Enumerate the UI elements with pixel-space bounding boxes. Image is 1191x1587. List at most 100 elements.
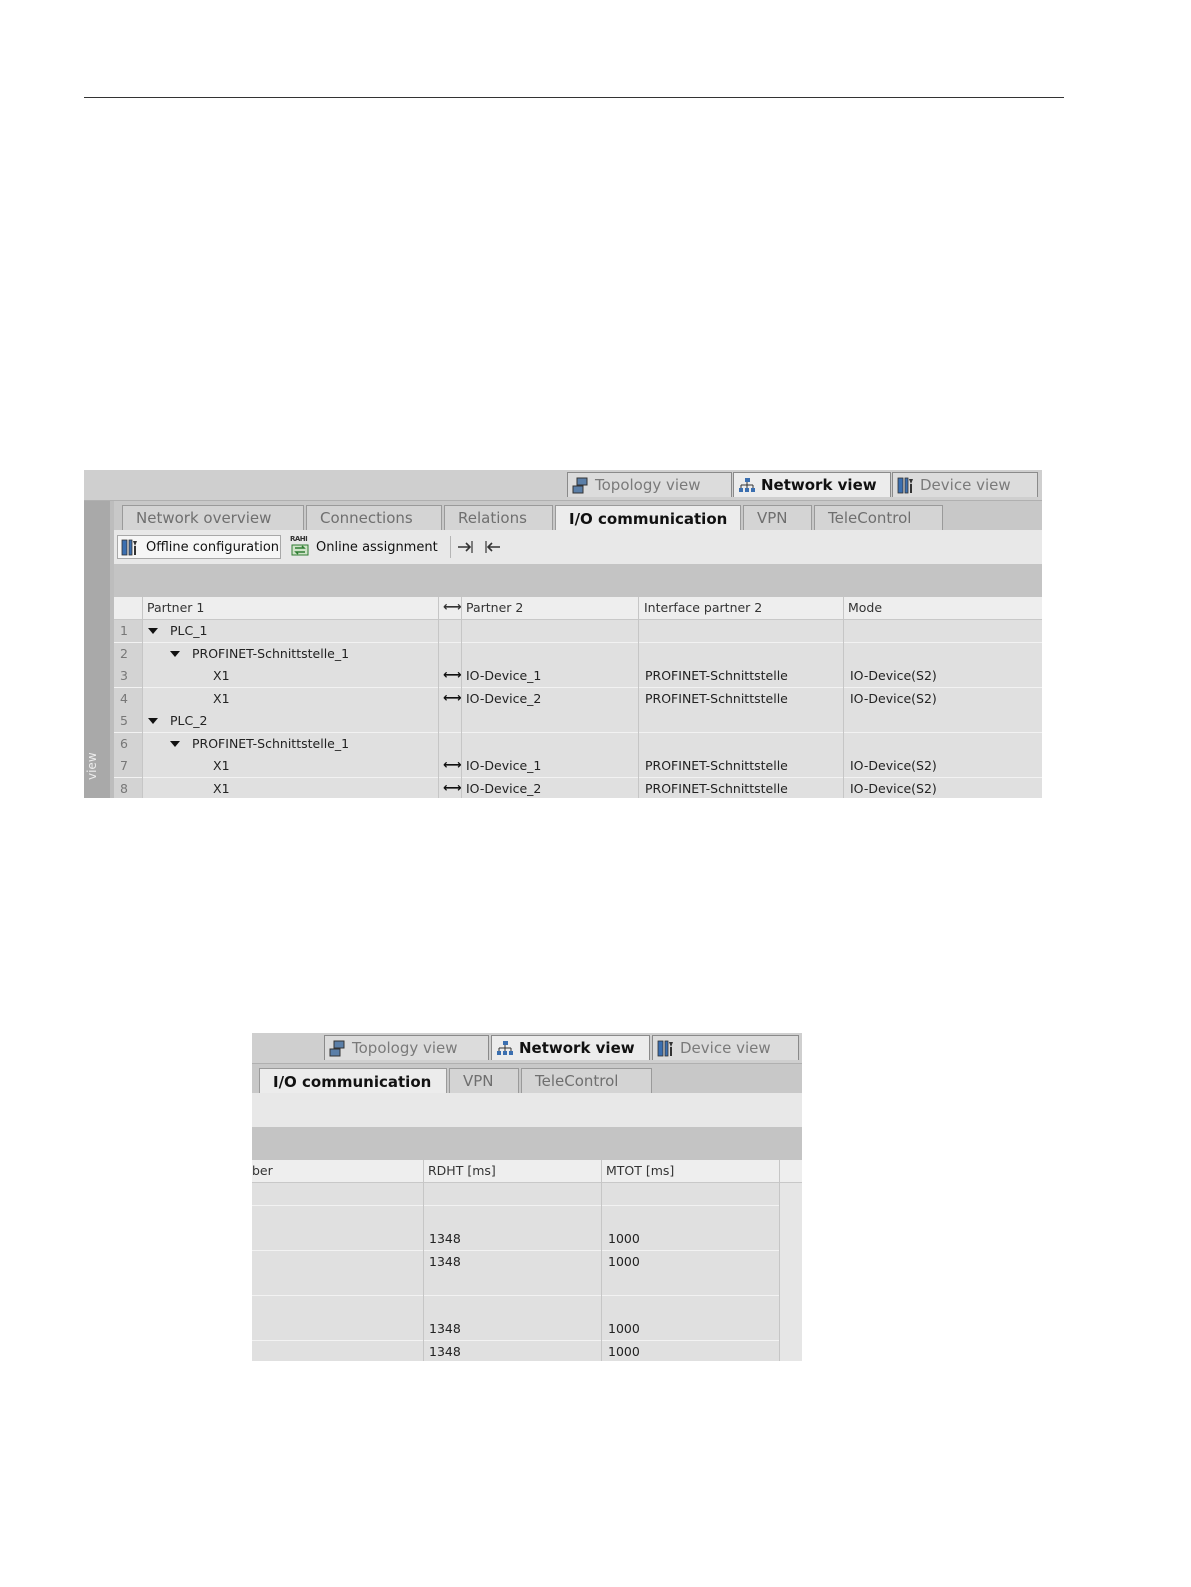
- io-communication-panel-1: Topology view Network view Device view v: [84, 470, 1042, 798]
- table-header: Partner 1 ⟷ Partner 2 Interface partner …: [114, 597, 1042, 620]
- table-row[interactable]: 1 PLC_1: [114, 620, 1042, 643]
- col-partner-1[interactable]: Partner 1: [147, 597, 204, 619]
- network-view-label-2: Network view: [519, 1039, 635, 1057]
- topology-view-tab-2[interactable]: Topology view: [324, 1035, 489, 1060]
- col-rdht[interactable]: RDHT [ms]: [428, 1160, 496, 1182]
- expand-triangle-icon[interactable]: [170, 650, 180, 657]
- editor-tab-bar: Network overview Connections Relations I…: [114, 501, 1042, 531]
- mtot-cell: 1000: [608, 1253, 640, 1269]
- rdht-cell: 1348: [429, 1231, 461, 1246]
- mode-cell: IO-Device(S2): [850, 780, 937, 796]
- table-row[interactable]: 1348 1000: [252, 1340, 780, 1361]
- interface-partner-2-cell: PROFINET-Schnittstelle: [645, 780, 788, 796]
- table-body-2: 1348 1000 1348 1000 1348 1000 1348 1000: [252, 1160, 802, 1361]
- table-row[interactable]: [252, 1273, 780, 1296]
- partner-1-cell: PLC_1: [170, 623, 208, 638]
- partner-1-cell: PROFINET-Schnittstelle_1: [192, 735, 350, 751]
- tab-telecontrol[interactable]: TeleControl: [814, 505, 943, 530]
- topology-view-label-2: Topology view: [352, 1039, 458, 1057]
- bidirectional-arrow-icon: ⟷: [443, 780, 462, 796]
- io-communication-panel-2: Topology view Network view Device view I…: [252, 1033, 802, 1361]
- online-assignment-button[interactable]: RAHI Online assignment: [290, 535, 444, 559]
- partner-1-cell: PLC_2: [170, 713, 208, 728]
- topology-view-tab[interactable]: Topology view: [567, 472, 732, 497]
- expand-triangle-icon[interactable]: [148, 718, 158, 724]
- column-divider[interactable]: [638, 597, 639, 798]
- tab-vpn[interactable]: VPN: [743, 505, 812, 530]
- row-number: 4: [114, 687, 142, 710]
- mtot-cell: 1000: [608, 1343, 640, 1359]
- partner-2-cell: IO-Device_1: [466, 668, 542, 683]
- table-row[interactable]: [252, 1295, 780, 1319]
- device-view-label-2: Device view: [680, 1039, 771, 1057]
- table-row[interactable]: 4 X1 ⟷ IO-Device_2 PROFINET-Schnittstelle IO-…: [114, 687, 1042, 711]
- online-assignment-icon: RAHI: [290, 535, 310, 557]
- collapse-arrow-icon[interactable]: [483, 537, 503, 557]
- interface-partner-2-cell: PROFINET-Schnittstelle: [645, 690, 788, 706]
- tab-io-communication[interactable]: I/O communication: [555, 505, 741, 531]
- device-view-tab[interactable]: Device view: [892, 472, 1038, 497]
- column-divider[interactable]: [779, 1160, 780, 1361]
- partner-1-cell: X1: [213, 668, 230, 683]
- view-switcher-bar: Topology view Network view Device view: [84, 470, 1042, 501]
- network-view-tab[interactable]: Network view: [733, 472, 891, 497]
- interface-partner-2-cell: PROFINET-Schnittstelle: [645, 668, 788, 683]
- expand-triangle-icon[interactable]: [148, 628, 158, 634]
- tab-connections[interactable]: Connections: [306, 505, 442, 530]
- tab-telecontrol-2[interactable]: TeleControl: [521, 1068, 652, 1093]
- tab-network-overview[interactable]: Network overview: [122, 505, 304, 530]
- col-mode[interactable]: Mode: [848, 597, 882, 619]
- offline-configuration-button[interactable]: Offline configuration: [117, 535, 281, 559]
- column-divider[interactable]: [601, 1160, 602, 1361]
- row-number: 7: [114, 755, 142, 777]
- table-row[interactable]: 8 X1 ⟷ IO-Device_2 PROFINET-Schnittstelle IO-…: [114, 777, 1042, 798]
- table-row[interactable]: 1348 1000: [252, 1318, 780, 1341]
- row-number: 8: [114, 777, 142, 798]
- tab-io-communication-2[interactable]: I/O communication: [259, 1068, 447, 1094]
- tab-io-communication-label-2: I/O communication: [273, 1072, 432, 1091]
- table-row[interactable]: 7 X1 ⟷ IO-Device_1 PROFINET-Schnittstelle IO-…: [114, 755, 1042, 778]
- column-divider[interactable]: [142, 597, 143, 798]
- table-row[interactable]: 1348 1000: [252, 1250, 780, 1274]
- table-row[interactable]: 3 X1 ⟷ IO-Device_1 PROFINET-Schnittstelle IO-…: [114, 665, 1042, 688]
- expand-arrow-icon[interactable]: [455, 537, 475, 557]
- table-row[interactable]: 5 PLC_2: [114, 710, 1042, 733]
- col-interface-partner-2[interactable]: Interface partner 2: [644, 597, 762, 619]
- column-divider[interactable]: [843, 597, 844, 798]
- tab-vpn-2[interactable]: VPN: [449, 1068, 519, 1093]
- device-icon: [657, 1040, 673, 1057]
- side-strip[interactable]: view: [84, 501, 110, 798]
- col-mtot[interactable]: MTOT [ms]: [606, 1160, 674, 1182]
- column-divider[interactable]: [438, 597, 439, 798]
- partner-1-cell: X1: [213, 758, 230, 773]
- col-partner-2[interactable]: Partner 2: [466, 597, 523, 619]
- row-number: 3: [114, 665, 142, 687]
- table-row[interactable]: [252, 1183, 780, 1206]
- table-row[interactable]: [252, 1205, 780, 1229]
- table-row[interactable]: 2 PROFINET-Schnittstelle_1: [114, 642, 1042, 666]
- table-row[interactable]: 1348 1000: [252, 1228, 780, 1251]
- network-icon: [739, 477, 755, 492]
- expand-triangle-icon[interactable]: [170, 740, 180, 747]
- col-number[interactable]: ber: [252, 1160, 273, 1182]
- partner-2-cell: IO-Device_2: [466, 690, 542, 706]
- offline-configuration-icon: [121, 539, 137, 556]
- network-icon: [497, 1040, 513, 1055]
- table-row[interactable]: 6 PROFINET-Schnittstelle_1: [114, 732, 1042, 756]
- column-divider[interactable]: [461, 597, 462, 798]
- row-number: 1: [114, 620, 142, 642]
- toolbar-separator: [450, 536, 451, 558]
- table-body: 1 PLC_1 2 PROFINET-Schnittstelle_1 3 X1 ⟷ IO-De…: [114, 597, 1042, 798]
- view-switcher-bar-2: Topology view Network view Device view: [252, 1033, 802, 1064]
- device-view-tab-2[interactable]: Device view: [652, 1035, 799, 1060]
- column-divider[interactable]: [423, 1160, 424, 1361]
- tab-relations[interactable]: Relations: [444, 505, 553, 530]
- partner-1-cell: X1: [213, 780, 230, 796]
- grey-band-2: [252, 1127, 802, 1161]
- rdht-cell: 1348: [429, 1343, 461, 1359]
- topology-icon: [572, 477, 588, 493]
- row-number: 5: [114, 710, 142, 732]
- editor-tab-bar-2: I/O communication VPN TeleControl: [252, 1064, 802, 1094]
- network-view-tab-2[interactable]: Network view: [491, 1035, 650, 1060]
- partner-1-cell: PROFINET-Schnittstelle_1: [192, 645, 350, 661]
